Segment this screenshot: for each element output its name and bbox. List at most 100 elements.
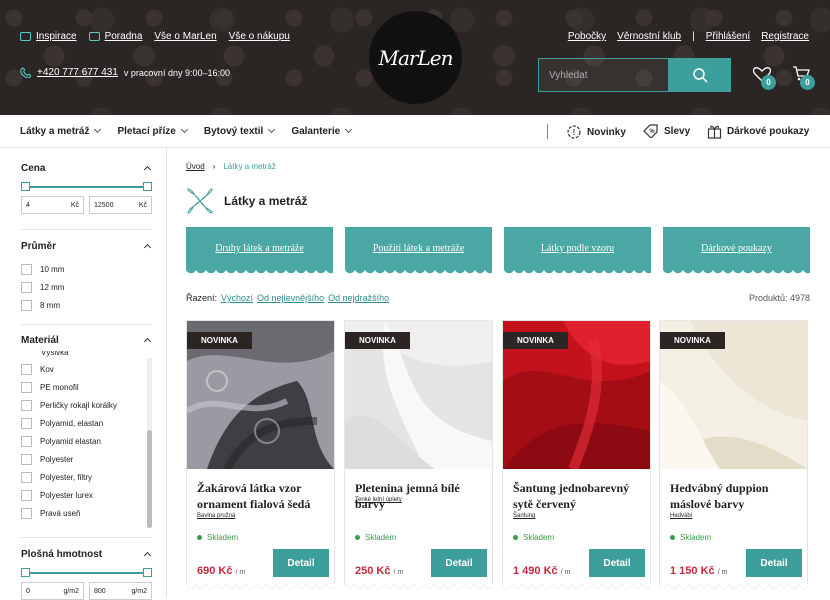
weight-slider-min-handle[interactable]: [21, 568, 30, 577]
page-heading: Látky a metráž: [186, 187, 307, 215]
product-category-link[interactable]: Šantung: [513, 513, 535, 519]
price-min-input[interactable]: 4 Kč: [21, 196, 84, 214]
category-fabric-usage[interactable]: Použití látek a metráže: [345, 227, 492, 275]
opening-hours: v pracovní dny 9:00–16:00: [123, 67, 230, 78]
price-slider[interactable]: [21, 182, 152, 192]
product-card[interactable]: NOVINKA Šantung jednobarevný sytě červen…: [502, 320, 651, 590]
price-slider-min-handle[interactable]: [21, 182, 30, 191]
product-category-link[interactable]: Tenké letní úplety: [355, 497, 402, 503]
logo[interactable]: MarLen: [369, 11, 462, 104]
detail-button[interactable]: Detail: [273, 549, 329, 577]
category-fabric-patterns[interactable]: Látky podle vzoru: [504, 227, 651, 275]
checkbox-material[interactable]: Polyamid, elastan: [21, 414, 152, 432]
top-link-about[interactable]: Vše o MarLen: [154, 31, 216, 42]
product-name[interactable]: Žakárová látka vzor ornament fialová šed…: [197, 480, 327, 512]
filter-material-header[interactable]: Materiál: [21, 335, 152, 346]
category-gift-vouchers[interactable]: Dárkové poukazy: [663, 227, 810, 275]
filter-price-header[interactable]: Cena: [21, 163, 152, 174]
weight-slider[interactable]: [21, 568, 152, 578]
detail-button[interactable]: Detail: [746, 549, 802, 577]
svg-text:%: %: [649, 129, 655, 135]
checkbox-material[interactable]: Polyester, filtry: [21, 468, 152, 486]
chevron-down-icon: [268, 125, 276, 134]
nav-item-sale[interactable]: % Slevy: [643, 124, 690, 138]
nav-item-haberdashery[interactable]: Galanterie: [291, 126, 353, 137]
product-name[interactable]: Šantung jednobarevný sytě červený: [513, 480, 643, 512]
weight-max-input[interactable]: 800 g/m2: [89, 582, 152, 600]
category-fabric-types[interactable]: Druhy látek a metráže: [186, 227, 333, 275]
top-link-poradna[interactable]: Poradna: [88, 31, 142, 42]
chevron-up-icon: [143, 165, 152, 174]
detail-button[interactable]: Detail: [589, 549, 645, 577]
account-links: Pobočky Věrnostní klub | Přihlášení Regi…: [568, 31, 809, 42]
wishlist-count-badge: 0: [761, 75, 776, 90]
checkbox-diameter-8[interactable]: 8 mm: [21, 296, 152, 314]
sort-cheapest[interactable]: Od nejlevnějšího: [257, 293, 324, 303]
checkbox-diameter-12[interactable]: 12 mm: [21, 278, 152, 296]
top-link-shopping[interactable]: Vše o nákupu: [229, 31, 290, 42]
in-stock-dot-icon: [197, 535, 202, 540]
checkbox-material[interactable]: Polyester: [21, 450, 152, 468]
product-card[interactable]: NOVINKA Žakárová látka vzor ornament fia…: [186, 320, 335, 590]
monitor-icon: [88, 32, 100, 41]
top-link-inspirace[interactable]: Inspirace: [20, 31, 77, 42]
link-branches[interactable]: Pobočky: [568, 31, 606, 42]
filter-weight-header[interactable]: Plošná hmotnost: [21, 549, 152, 560]
search-button[interactable]: [669, 58, 731, 92]
checkbox-material[interactable]: Polyamid elastan: [21, 432, 152, 450]
filter-sidebar: Cena 4 Kč 12500 Kč Průměr 10 mm 12 mm 8 mm…: [0, 148, 167, 600]
search-input[interactable]: [538, 58, 669, 92]
checkbox-material[interactable]: Polyester lurex: [21, 486, 152, 504]
new-badge: NOVINKA: [660, 332, 725, 349]
nav-item-fabrics[interactable]: Látky a metráž: [20, 126, 102, 137]
price-max-input[interactable]: 12500 Kč: [89, 196, 152, 214]
in-stock-dot-icon: [355, 535, 360, 540]
weight-slider-max-handle[interactable]: [143, 568, 152, 577]
wishlist-button[interactable]: 0: [752, 66, 776, 90]
filter-diameter-header[interactable]: Průměr: [21, 241, 152, 252]
nav-item-news[interactable]: ! Novinky: [566, 124, 626, 140]
breadcrumb: Úvod › Látky a metráž: [186, 162, 276, 171]
material-scrollbar[interactable]: [147, 358, 152, 528]
stock-status: Skladem: [355, 533, 396, 542]
stock-status: Skladem: [197, 533, 238, 542]
product-card[interactable]: NOVINKA Pletenina jemná bílé barvy Tenké…: [344, 320, 493, 590]
price-slider-max-handle[interactable]: [143, 182, 152, 191]
checkbox-material[interactable]: PE monofil: [21, 378, 152, 396]
link-login[interactable]: Přihlášení: [706, 31, 750, 42]
link-register[interactable]: Registrace: [761, 31, 809, 42]
product-image[interactable]: NOVINKA: [345, 321, 492, 469]
breadcrumb-current: Látky a metráž: [223, 162, 276, 171]
product-image[interactable]: NOVINKA: [503, 321, 650, 469]
cart-button[interactable]: 0: [792, 66, 815, 90]
flower-icon: [187, 188, 213, 214]
checkbox-diameter-10[interactable]: 10 mm: [21, 260, 152, 278]
weight-min-input[interactable]: 0 g/m2: [21, 582, 84, 600]
product-card[interactable]: NOVINKA Hedvábný duppion máslové barvy H…: [659, 320, 808, 590]
product-image[interactable]: NOVINKA: [660, 321, 807, 469]
search-bar: [538, 58, 731, 92]
checkbox-material[interactable]: Kov: [21, 360, 152, 378]
nav-item-yarns[interactable]: Pletací příze: [117, 126, 188, 137]
top-links: Inspirace Poradna Vše o MarLen Vše o nák…: [20, 31, 290, 42]
checkbox-material[interactable]: Pravá useň: [21, 504, 152, 522]
product-name[interactable]: Hedvábný duppion máslové barvy: [670, 480, 800, 512]
new-badge: NOVINKA: [503, 332, 568, 349]
nav-item-home-textile[interactable]: Bytový textil: [204, 125, 276, 137]
product-category-link[interactable]: Bavlna pružná: [197, 513, 235, 519]
scrollbar-thumb[interactable]: [147, 430, 152, 528]
phone-number[interactable]: +420 777 677 431: [37, 67, 118, 78]
list-item-partial: Výšivka: [41, 351, 69, 357]
breadcrumb-home[interactable]: Úvod: [186, 162, 205, 171]
product-category-link[interactable]: Hedvábí: [670, 513, 692, 519]
tag-icon: %: [643, 124, 658, 138]
inspiration-icon: [20, 32, 31, 41]
detail-button[interactable]: Detail: [431, 549, 487, 577]
nav-item-vouchers[interactable]: Dárkové poukazy: [707, 124, 809, 139]
checkbox-material[interactable]: Perličky rokajl korálky: [21, 396, 152, 414]
sort-most-expensive[interactable]: Od nejdražšího: [328, 293, 389, 303]
product-name[interactable]: Pletenina jemná bílé barvy: [355, 480, 485, 512]
link-loyalty-club[interactable]: Věrnostní klub: [617, 31, 681, 42]
sort-default[interactable]: Výchozí: [221, 293, 253, 303]
product-image[interactable]: NOVINKA: [187, 321, 334, 469]
